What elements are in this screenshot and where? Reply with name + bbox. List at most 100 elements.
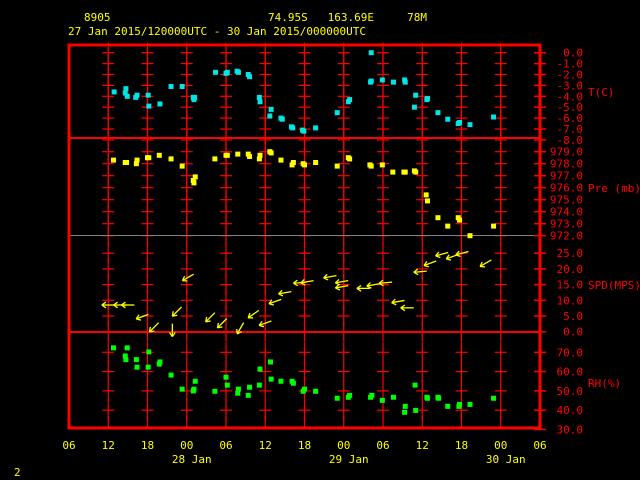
pressure-point xyxy=(247,154,253,159)
pressure-point xyxy=(168,156,174,162)
temperature-point xyxy=(424,95,430,101)
wind-arrow xyxy=(479,259,492,268)
pressure-point xyxy=(212,156,218,162)
humidity-point xyxy=(300,388,306,394)
pressure-point xyxy=(110,157,116,163)
x-tick-label: 06 xyxy=(533,439,546,452)
wind-arrow xyxy=(400,304,414,312)
humidity-point xyxy=(413,407,419,413)
wind-arrow xyxy=(168,323,176,337)
temperature-point xyxy=(213,69,219,75)
pressure-point xyxy=(379,162,385,168)
humidity-point xyxy=(235,390,241,396)
humidity-point xyxy=(424,395,430,401)
y-axis-label: Pre (mb) xyxy=(588,182,640,195)
humidity-point xyxy=(123,357,129,363)
wind-arrow xyxy=(135,313,149,321)
pressure-point xyxy=(124,160,130,165)
humidity-point xyxy=(267,359,273,365)
humidity-point xyxy=(257,366,263,372)
pressure-point xyxy=(347,156,353,162)
temperature-point xyxy=(145,92,151,98)
plot-area: 0.0-1.0-2.0-3.0-4.0-5.0-6.0-7.0-8.0T(C)9… xyxy=(62,42,640,466)
wind-arrow xyxy=(268,298,282,306)
humidity-point xyxy=(390,394,396,400)
temperature-point xyxy=(256,94,262,100)
temperature-point xyxy=(157,101,163,107)
pressure-point xyxy=(278,157,284,163)
temperature-point xyxy=(390,79,396,85)
pressure-point xyxy=(235,151,241,157)
temperature-point xyxy=(267,113,273,119)
humidity-point xyxy=(467,401,473,407)
x-tick-label: 18 xyxy=(298,439,311,452)
humidity-point xyxy=(190,388,196,394)
pressure-point xyxy=(423,192,429,198)
pressure-point xyxy=(334,163,340,169)
temperature-point xyxy=(435,110,441,116)
y-tick-label: 70.0 xyxy=(557,346,584,359)
temperature-point xyxy=(402,79,408,85)
wind-arrow xyxy=(278,289,292,297)
x-date-label: 29 Jan xyxy=(329,453,369,466)
wind-arrow xyxy=(148,322,160,333)
y-tick-label: 25.0 xyxy=(557,247,584,260)
temperature-point xyxy=(111,89,117,95)
wind-arrow xyxy=(323,273,337,281)
x-tick-label: 06 xyxy=(219,439,232,452)
temperature-point xyxy=(146,103,152,109)
wind-arrow xyxy=(205,312,216,323)
x-tick-label: 18 xyxy=(141,439,154,452)
pressure-point xyxy=(368,163,374,169)
temperature-point xyxy=(411,104,417,110)
wind-arrow xyxy=(366,282,380,289)
meteogram-chart: 8905 74.95S 163.69E 78M 27 Jan 2015/1200… xyxy=(14,11,640,479)
x-tick-label: 06 xyxy=(376,439,389,452)
temperature-point xyxy=(301,128,307,134)
pressure-point xyxy=(491,223,497,229)
temperature-point xyxy=(445,116,451,122)
wind-arrow xyxy=(181,273,195,282)
wind-arrow xyxy=(391,298,405,306)
wind-arrow xyxy=(423,260,437,268)
humidity-point xyxy=(278,378,284,384)
y-axis-label: RH(%) xyxy=(588,377,621,390)
humidity-point xyxy=(179,386,185,392)
wind-arrow xyxy=(121,301,135,309)
x-tick-label: 00 xyxy=(337,439,350,452)
humidity-point xyxy=(379,397,385,403)
temperature-point xyxy=(134,92,140,98)
pressure-point xyxy=(268,150,274,156)
y-tick-label: 50.0 xyxy=(557,385,584,398)
temperature-point xyxy=(413,92,419,98)
pressure-point xyxy=(224,152,230,158)
humidity-point xyxy=(436,395,442,401)
temperature-point xyxy=(347,97,353,103)
station-location: 74.95S 163.69E 78M xyxy=(268,11,427,24)
x-tick-label: 18 xyxy=(455,439,468,452)
temperature-point xyxy=(334,110,340,116)
pressure-point xyxy=(156,152,162,158)
pressure-point xyxy=(191,180,197,186)
humidity-point xyxy=(192,378,198,384)
y-tick-label: 0.0 xyxy=(563,326,583,339)
pressure-point xyxy=(457,217,463,223)
temperature-point xyxy=(290,125,296,131)
humidity-point xyxy=(145,364,151,370)
pressure-point xyxy=(146,155,152,161)
pressure-point xyxy=(390,169,396,175)
temperature-point xyxy=(247,74,253,80)
temperature-point xyxy=(123,86,129,92)
pressure-point xyxy=(413,169,419,175)
humidity-point xyxy=(313,388,319,394)
wind-arrow xyxy=(171,306,182,317)
humidity-point xyxy=(268,376,274,382)
humidity-point xyxy=(133,357,139,363)
x-tick-label: 06 xyxy=(62,439,75,452)
humidity-point xyxy=(369,392,375,398)
y-tick-label: 10.0 xyxy=(557,294,584,307)
y-tick-label: 30.0 xyxy=(557,424,584,437)
pressure-point xyxy=(402,169,408,175)
pressure-point xyxy=(134,157,140,163)
humidity-point xyxy=(457,401,463,407)
